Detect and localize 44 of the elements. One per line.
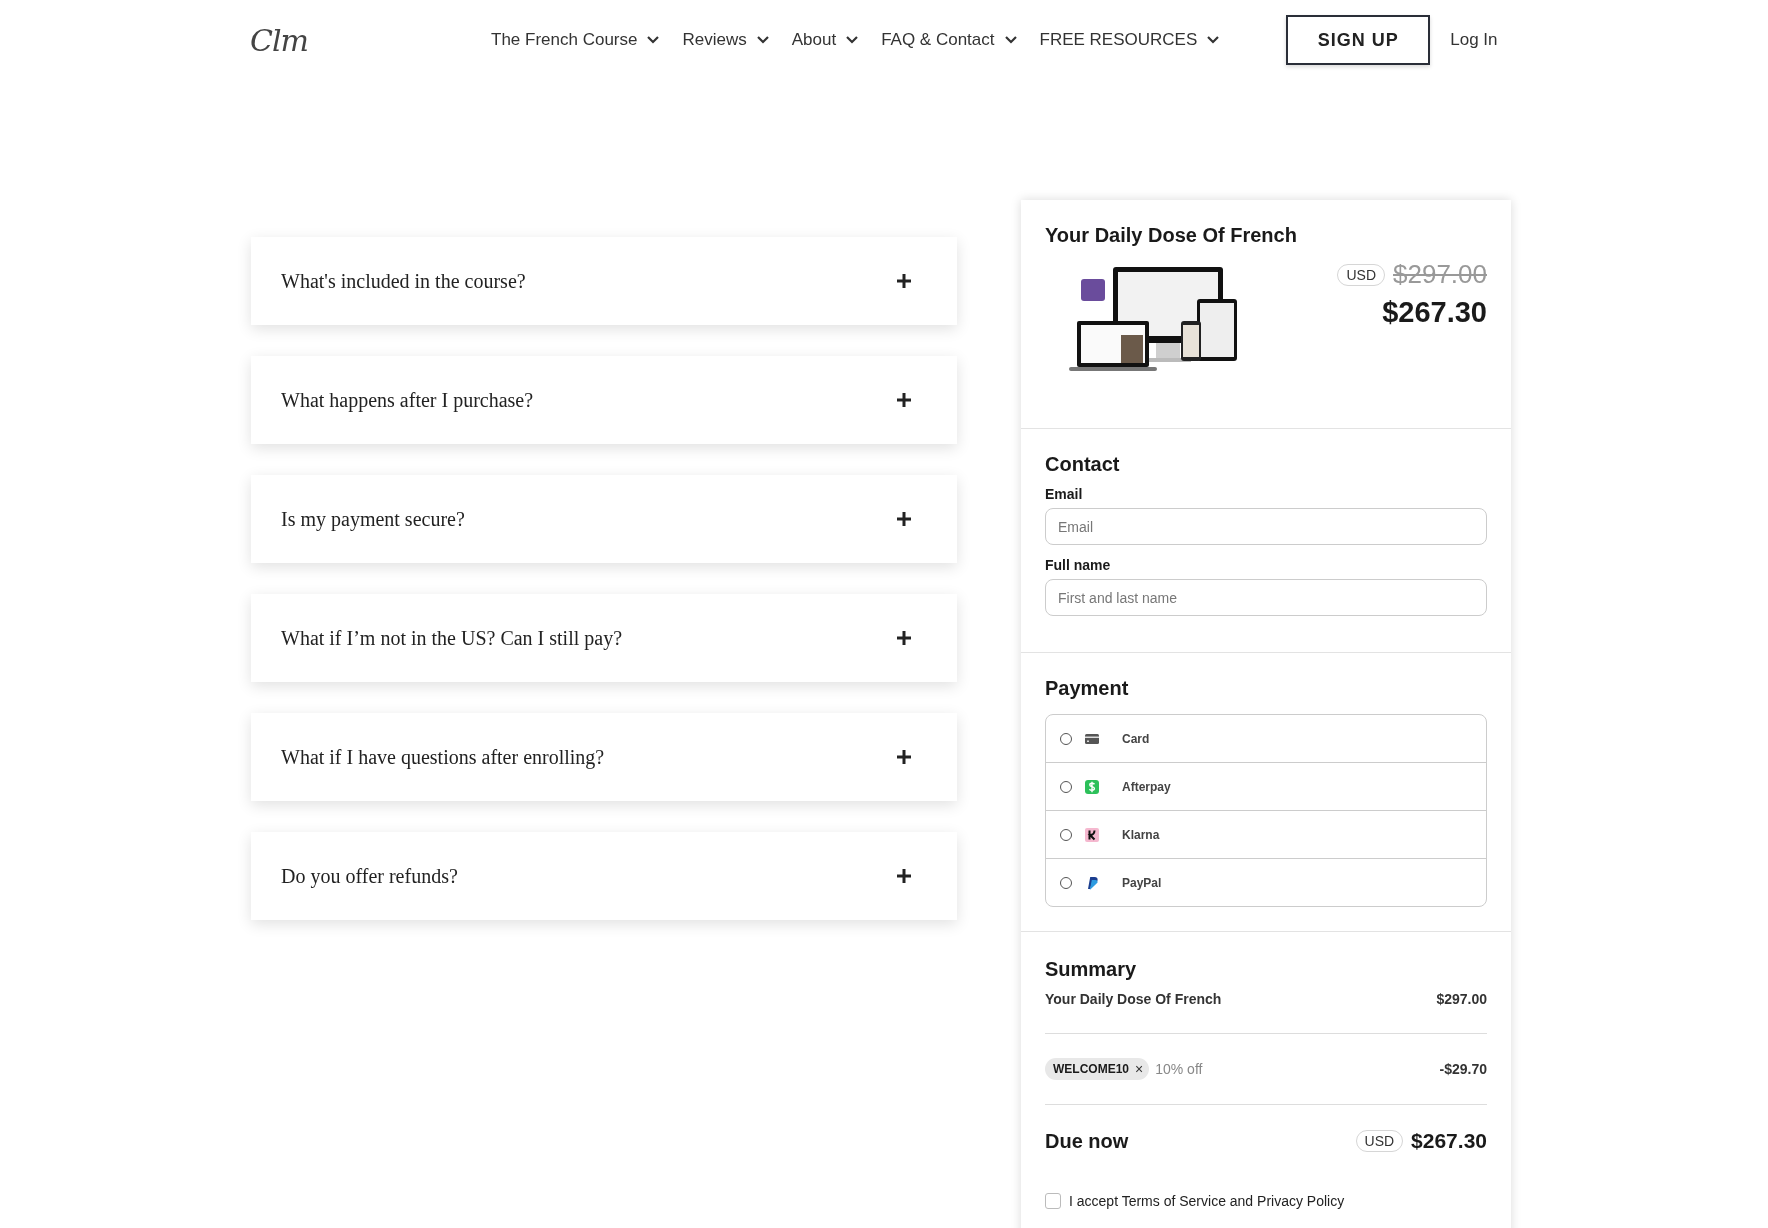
field-label: Full name [1045, 557, 1112, 573]
section-title: Payment [1045, 677, 1130, 700]
nav-menu-item[interactable]: About [791, 30, 860, 50]
terms-label: I accept Terms of Service and Privacy Policy [1069, 1193, 1345, 1209]
log-in-link[interactable]: Log In [1450, 30, 1498, 50]
summary-item: Your Daily Dose Of French [1045, 991, 1222, 1007]
coupon-code: WELCOME10 [1053, 1062, 1129, 1076]
klarna-icon [1084, 826, 1100, 843]
faq-item[interactable]: Is my payment secure? [251, 475, 957, 563]
faq-item[interactable]: What's included in the course? [251, 237, 957, 325]
logo[interactable]: Clm [250, 22, 491, 58]
payment-method-label: Afterpay [1122, 779, 1171, 794]
faq-item[interactable]: Do you offer refunds? [251, 832, 957, 920]
price: $267.30 [1382, 296, 1487, 329]
field-label: Email [1045, 486, 1084, 502]
due-now-label: Due now [1045, 1129, 1129, 1153]
payment-option[interactable]: Afterpay [1046, 763, 1486, 811]
nav-menu-item[interactable]: Reviews [682, 30, 770, 50]
faq-item[interactable]: What if I have questions after enrolling? [251, 713, 957, 801]
payment-method-label: Klarna [1122, 827, 1160, 842]
due-amount: $267.30 [1411, 1129, 1487, 1153]
checkbox[interactable] [1045, 1193, 1061, 1209]
product-title: Your Daily Dose Of French [1045, 224, 1298, 247]
remove-coupon-button[interactable]: × [1135, 1061, 1144, 1077]
payment-option[interactable]: Card [1046, 715, 1486, 763]
nav-menu-item[interactable]: FREE RESOURCES [1039, 30, 1221, 50]
faq-item[interactable]: What if I’m not in the US? Can I still pay? [251, 594, 957, 682]
payment-option[interactable]: Klarna [1046, 811, 1486, 859]
nav-menu-item[interactable]: The French Course [491, 30, 661, 50]
input-field[interactable]: First and last name [1045, 579, 1487, 616]
discount-amount: -$29.70 [1439, 1061, 1487, 1077]
payment-method-label: Card [1122, 731, 1150, 746]
original-price: $297.00 [1393, 259, 1487, 290]
payment-option[interactable]: PayPal [1046, 859, 1486, 906]
section-title: Contact [1045, 453, 1121, 476]
section-title: Summary [1045, 958, 1138, 981]
faq-item[interactable]: What happens after I purchase? [251, 356, 957, 444]
summary-amount: $297.00 [1436, 991, 1487, 1007]
input-field[interactable]: Email [1045, 508, 1487, 545]
sign-up-button[interactable]: SIGN UP [1286, 15, 1431, 65]
dollar-icon [1084, 778, 1100, 795]
nav-menu-item[interactable]: FAQ & Contact [881, 30, 1018, 50]
payment-method-label: PayPal [1122, 875, 1162, 890]
discount-note: 10% off [1155, 1061, 1203, 1077]
